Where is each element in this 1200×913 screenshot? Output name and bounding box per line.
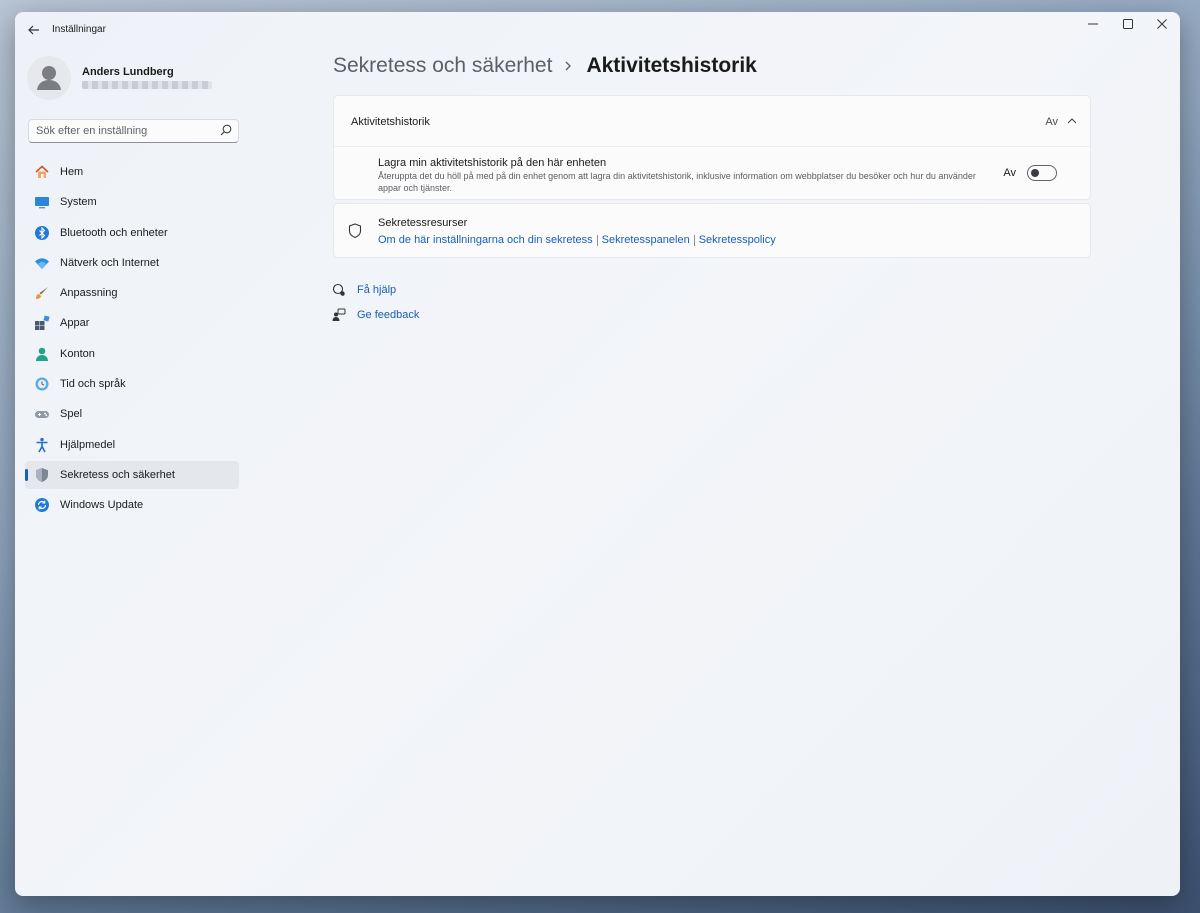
close-icon bbox=[1157, 19, 1167, 29]
avatar bbox=[27, 56, 71, 100]
setting-title: Lagra min aktivitetshistorik på den här … bbox=[378, 157, 607, 169]
wifi-icon bbox=[34, 255, 50, 271]
privacy-dashboard-link[interactable]: Sekretesspanelen bbox=[602, 234, 690, 246]
sidebar-item-bluetooth[interactable]: Bluetooth och enheter bbox=[25, 219, 239, 247]
breadcrumb-parent-link[interactable]: Sekretess och säkerhet bbox=[333, 54, 552, 78]
activity-history-card: Aktivitetshistorik Av Lagra min aktivite… bbox=[333, 95, 1091, 200]
sidebar-item-personalization[interactable]: Anpassning bbox=[25, 279, 239, 307]
paintbrush-icon bbox=[34, 285, 50, 301]
maximize-button[interactable] bbox=[1110, 12, 1146, 36]
settings-search[interactable]: Sök efter en inställning bbox=[28, 119, 239, 143]
sidebar-item-accounts[interactable]: Konton bbox=[25, 340, 239, 368]
minimize-button[interactable] bbox=[1075, 12, 1111, 36]
privacy-settings-link[interactable]: Om de här inställningarna och din sekret… bbox=[378, 234, 593, 246]
section-state: Av bbox=[1045, 116, 1058, 128]
sidebar-item-privacy-security[interactable]: Sekretess och säkerhet bbox=[25, 460, 239, 489]
gamepad-icon bbox=[34, 406, 50, 422]
settings-window: Inställningar Anders Lundberg Sök efter … bbox=[15, 12, 1180, 896]
accessibility-icon bbox=[34, 437, 50, 453]
close-button[interactable] bbox=[1144, 12, 1180, 36]
toggle-knob bbox=[1031, 169, 1039, 177]
sidebar-item-apps[interactable]: Appar bbox=[25, 309, 239, 337]
setting-description: Återuppta det du höll på med på din enhe… bbox=[378, 171, 976, 193]
activity-history-toggle[interactable] bbox=[1027, 165, 1057, 181]
privacy-resources-card: Sekretessresurser Om de här inställninga… bbox=[333, 203, 1091, 258]
user-name: Anders Lundberg bbox=[82, 66, 174, 78]
sidebar-item-label: Windows Update bbox=[60, 499, 144, 512]
sidebar-item-accessibility[interactable]: Hjälpmedel bbox=[25, 431, 239, 459]
bluetooth-icon bbox=[34, 225, 50, 241]
feedback-icon bbox=[332, 308, 346, 322]
user-avatar-icon bbox=[37, 66, 61, 90]
search-input[interactable]: Sök efter en inställning bbox=[36, 125, 147, 137]
sidebar-item-label: Spel bbox=[60, 408, 83, 421]
help-chat-icon bbox=[332, 283, 346, 297]
sidebar-item-label: Hem bbox=[60, 166, 84, 178]
sidebar-item-time-language[interactable]: Tid och språk bbox=[25, 370, 239, 398]
resources-links: Om de här inställningarna och din sekret… bbox=[378, 234, 776, 246]
chevron-right-icon bbox=[564, 59, 574, 73]
link-divider bbox=[693, 234, 695, 246]
sidebar-item-label: Anpassning bbox=[60, 287, 118, 300]
give-feedback-row[interactable]: Ge feedback bbox=[332, 308, 419, 322]
shield-outline-icon bbox=[348, 223, 362, 239]
sidebar-item-label: System bbox=[60, 196, 97, 209]
sidebar-item-windows-update[interactable]: Windows Update bbox=[25, 491, 239, 519]
update-icon bbox=[34, 497, 50, 513]
app-title: Inställningar bbox=[52, 24, 106, 35]
minimize-icon bbox=[1088, 23, 1098, 25]
get-help-row[interactable]: Få hjälp bbox=[332, 283, 396, 297]
back-button[interactable] bbox=[23, 20, 45, 40]
sidebar-item-network[interactable]: Nätverk och Internet bbox=[25, 249, 239, 277]
page-title: Aktivitetshistorik bbox=[586, 54, 757, 77]
home-icon bbox=[34, 164, 50, 180]
back-arrow-icon bbox=[28, 25, 39, 35]
account-icon bbox=[34, 346, 50, 362]
sidebar-item-label: Hjälpmedel bbox=[60, 438, 116, 451]
toggle-state-label: Av bbox=[1003, 167, 1016, 179]
give-feedback-link[interactable]: Ge feedback bbox=[357, 309, 419, 321]
sidebar-item-system[interactable]: System bbox=[25, 188, 239, 216]
globe-clock-icon bbox=[34, 376, 50, 392]
sidebar-item-gaming[interactable]: Spel bbox=[25, 400, 239, 428]
get-help-link[interactable]: Få hjälp bbox=[357, 284, 396, 296]
monitor-icon bbox=[34, 194, 50, 210]
sidebar-nav: Hem System Bluetooth och enheter Nätverk… bbox=[25, 158, 239, 522]
user-email-redacted bbox=[82, 81, 212, 89]
chevron-up-icon[interactable] bbox=[1066, 116, 1078, 126]
sidebar-item-label: Tid och språk bbox=[60, 378, 126, 391]
shield-icon bbox=[34, 467, 50, 483]
link-divider bbox=[596, 234, 598, 246]
breadcrumb: Sekretess och säkerhet Aktivitetshistori… bbox=[333, 54, 757, 78]
search-icon bbox=[220, 124, 232, 136]
privacy-policy-link[interactable]: Sekretesspolicy bbox=[699, 234, 776, 246]
sidebar-item-label: Konton bbox=[60, 347, 95, 360]
resources-title: Sekretessresurser bbox=[378, 217, 468, 229]
activity-history-header[interactable]: Aktivitetshistorik Av bbox=[334, 96, 1090, 147]
section-title: Aktivitetshistorik bbox=[351, 116, 430, 128]
sidebar-item-label: Sekretess och säkerhet bbox=[60, 468, 175, 481]
user-profile[interactable]: Anders Lundberg bbox=[27, 54, 247, 102]
sidebar-item-label: Bluetooth och enheter bbox=[60, 226, 168, 239]
maximize-icon bbox=[1123, 19, 1133, 29]
title-bar: Inställningar bbox=[15, 12, 1180, 48]
sidebar-item-label: Nätverk och Internet bbox=[60, 256, 160, 269]
sidebar-item-label: Appar bbox=[60, 317, 90, 330]
sidebar-item-home[interactable]: Hem bbox=[25, 158, 239, 186]
apps-icon bbox=[34, 315, 50, 331]
